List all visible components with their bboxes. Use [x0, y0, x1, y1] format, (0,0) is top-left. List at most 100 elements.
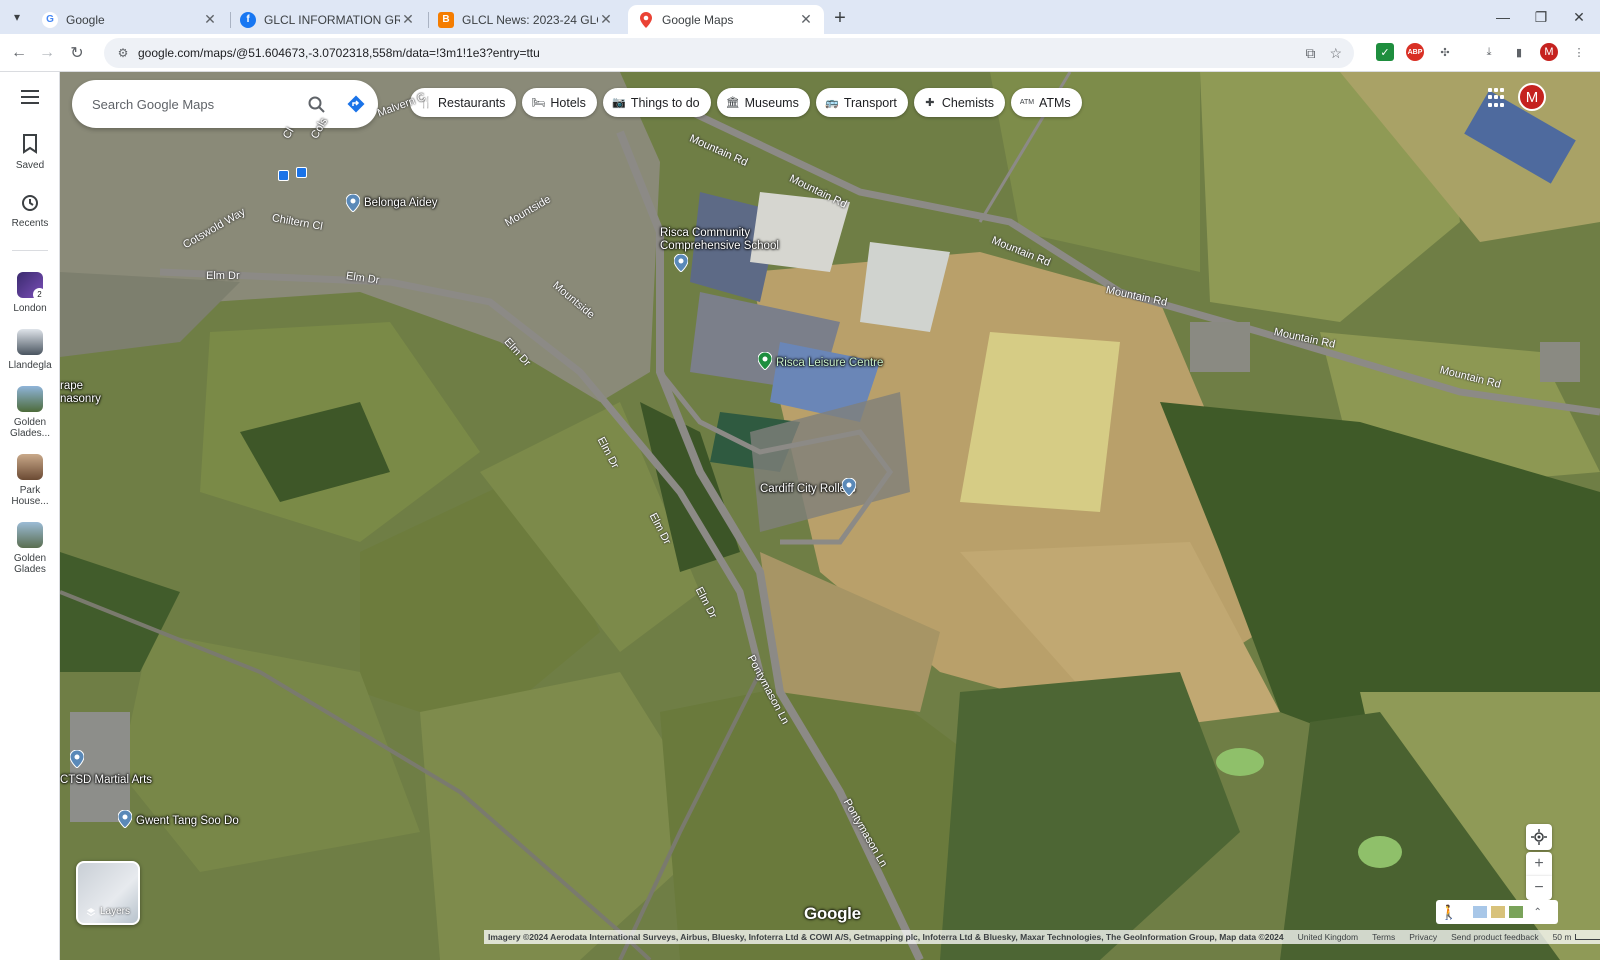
zoom-in-button[interactable]: +: [1526, 852, 1552, 876]
recent-place-london[interactable]: 2 London: [0, 272, 60, 314]
expand-up-icon[interactable]: ⌃: [1533, 907, 1541, 918]
zoom-out-button[interactable]: −: [1526, 876, 1552, 900]
layers-icon: [86, 907, 96, 916]
place-thumbnail: 2: [17, 272, 46, 301]
region-link[interactable]: United Kingdom: [1298, 932, 1358, 942]
place-label-risca-school[interactable]: Risca Community Comprehensive School: [660, 227, 779, 253]
close-window-icon[interactable]: ✕: [1560, 0, 1598, 34]
recent-place-llandegla[interactable]: Llandegla: [0, 329, 60, 371]
new-tab-plus-icon[interactable]: +: [828, 6, 852, 30]
chip-things-to-do[interactable]: 📷 Things to do: [602, 88, 711, 117]
recent-place-park-house[interactable]: Park House...: [0, 454, 60, 507]
recent-place-label: Golden Glades: [13, 553, 47, 575]
address-bar[interactable]: ⚙ google.com/maps/@51.604673,-3.0702318,…: [104, 38, 1354, 68]
chip-chemists[interactable]: ✚ Chemists: [913, 88, 1005, 117]
tab-close-icon[interactable]: ✕: [798, 11, 814, 28]
place-pin-icon[interactable]: [70, 750, 84, 768]
chip-museums[interactable]: 🏛 Museums: [716, 88, 810, 117]
leisure-centre-pin-icon[interactable]: [758, 352, 772, 370]
main-menu-button[interactable]: [0, 90, 60, 104]
google-favicon-icon: G: [42, 11, 58, 28]
rail-divider: [12, 250, 48, 251]
camera-icon: 📷: [611, 97, 626, 109]
download-icon[interactable]: ⤓: [1480, 43, 1498, 61]
place-label-ctsd[interactable]: CTSD Martial Arts: [60, 774, 152, 787]
bus-stop-icon[interactable]: [278, 170, 289, 181]
atm-icon: ATM: [1019, 99, 1035, 106]
chip-transport[interactable]: 🚌 Transport: [815, 88, 908, 117]
tab-close-icon[interactable]: ✕: [202, 11, 218, 28]
chip-label: Transport: [843, 95, 897, 110]
recent-place-golden-glades-1[interactable]: Golden Glades...: [0, 386, 60, 439]
side-panel-icon[interactable]: ▮: [1510, 43, 1528, 61]
scale-indicator[interactable]: 50 m: [1553, 932, 1600, 942]
crosshair-icon: [1531, 829, 1547, 845]
tab-facebook[interactable]: f GLCL INFORMATION GROUP | F ✕: [230, 5, 426, 34]
place-pin-icon[interactable]: [118, 810, 132, 828]
place-thumbnail: [17, 386, 43, 412]
back-arrow-icon[interactable]: ←: [6, 40, 32, 66]
saved-button[interactable]: Saved: [0, 134, 60, 171]
google-logo: Google: [804, 904, 861, 923]
restore-icon[interactable]: ❐: [1522, 0, 1560, 34]
bus-stop-icon[interactable]: [296, 167, 307, 178]
tab-strip: ▾ G Google ✕ f GLCL INFORMATION GROUP | …: [0, 0, 1600, 34]
bookmark-star-icon[interactable]: ☆: [1329, 45, 1342, 62]
profile-avatar[interactable]: M: [1540, 43, 1558, 61]
satellite-imagery: [60, 72, 1600, 960]
place-pin-icon[interactable]: [346, 194, 360, 212]
tab-close-icon[interactable]: ✕: [598, 11, 614, 28]
recent-place-label: London: [13, 303, 47, 314]
layers-button[interactable]: Layers: [76, 861, 140, 925]
recent-place-golden-glades-2[interactable]: Golden Glades: [0, 522, 60, 575]
search-icon[interactable]: [306, 94, 326, 114]
satellite-thumb[interactable]: [1509, 906, 1524, 918]
place-label-risca-leisure[interactable]: Risca Leisure Centre: [776, 357, 883, 370]
checkmark-extension-icon[interactable]: ✓: [1376, 43, 1394, 61]
pegman-icon[interactable]: 🚶: [1440, 904, 1457, 921]
feedback-link[interactable]: Send product feedback: [1451, 932, 1538, 942]
blogger-favicon-icon: B: [438, 11, 454, 28]
tab-title: Google Maps: [662, 12, 734, 27]
recents-button[interactable]: Recents: [0, 194, 60, 229]
privacy-link[interactable]: Privacy: [1409, 932, 1437, 942]
place-pin-icon[interactable]: [842, 478, 856, 496]
imagery-credit: Imagery ©2024 Aerodata International Sur…: [488, 932, 1284, 942]
google-apps-icon[interactable]: [1488, 88, 1508, 108]
search-box[interactable]: [72, 80, 378, 128]
adblock-extension-icon[interactable]: ABP: [1406, 43, 1424, 61]
recents-label: Recents: [11, 218, 49, 229]
install-app-icon[interactable]: ⧉: [1305, 45, 1315, 62]
road-label-elm-dr: Elm Dr: [206, 270, 240, 282]
my-location-button[interactable]: [1526, 824, 1552, 850]
tab-google[interactable]: G Google ✕: [32, 5, 228, 34]
chip-label: Museums: [744, 95, 799, 110]
forward-arrow-icon[interactable]: →: [34, 40, 60, 66]
terms-link[interactable]: Terms: [1372, 932, 1395, 942]
place-label-belonga-aidey[interactable]: Belonga Aidey: [364, 197, 438, 210]
school-pin-icon[interactable]: [674, 254, 688, 272]
tab-blogger[interactable]: B GLCL News: 2023-24 GLCL XC S ✕: [428, 5, 624, 34]
extensions-puzzle-icon[interactable]: ✣: [1436, 43, 1454, 61]
search-input[interactable]: [92, 96, 302, 112]
site-settings-icon[interactable]: ⚙: [116, 46, 130, 60]
satellite-map[interactable]: 🍴Restaurants 🛏Hotels 📷Things to do 🏛Muse…: [60, 72, 1600, 960]
chip-label: ATMs: [1038, 95, 1071, 110]
tab-close-icon[interactable]: ✕: [400, 11, 416, 28]
map-type-thumb[interactable]: [1473, 906, 1488, 918]
bus-icon: 🚌: [824, 97, 839, 109]
minimize-icon[interactable]: —: [1484, 0, 1522, 34]
menu-kebab-icon[interactable]: ⋮: [1570, 43, 1588, 61]
reload-icon[interactable]: ↻: [64, 40, 90, 66]
facebook-favicon-icon: f: [240, 11, 256, 28]
place-label-masonry[interactable]: rape nasonry: [60, 380, 101, 406]
place-label-gwent[interactable]: Gwent Tang Soo Do: [136, 815, 239, 828]
chip-hotels[interactable]: 🛏 Hotels: [522, 88, 597, 117]
account-avatar[interactable]: M: [1518, 83, 1546, 111]
tab-google-maps[interactable]: Google Maps ✕: [628, 5, 824, 34]
terrain-thumb[interactable]: [1491, 906, 1506, 918]
tab-search-chevron-icon[interactable]: ▾: [6, 6, 28, 28]
directions-icon[interactable]: [346, 94, 366, 114]
chip-atms[interactable]: ATM ATMs: [1010, 88, 1082, 117]
url-text: google.com/maps/@51.604673,-3.0702318,55…: [138, 46, 540, 60]
